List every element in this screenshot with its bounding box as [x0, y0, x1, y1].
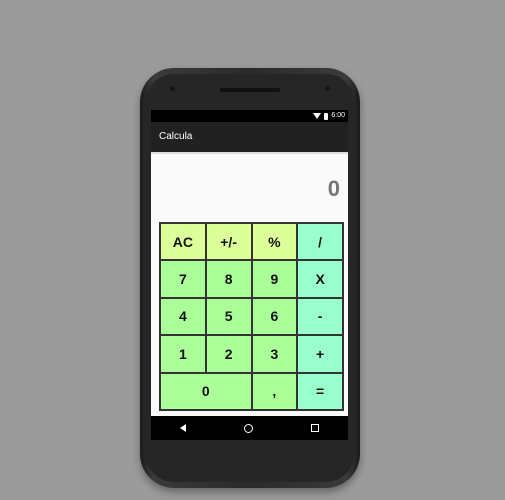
digit-8-button[interactable]: 8	[205, 260, 252, 298]
keypad: AC +/-%/ 7 8 9 X 4 5 6- 1 2 3 +0, =	[159, 222, 344, 411]
digit-7-button[interactable]: 7	[160, 260, 206, 298]
subtract-button[interactable]: -	[297, 297, 343, 336]
app-bar: Calcula	[151, 122, 348, 152]
add-button[interactable]: +	[297, 335, 343, 373]
decimal-button[interactable]: ,	[251, 372, 298, 410]
digit-6-button[interactable]: 6	[251, 297, 298, 336]
wifi-icon	[313, 113, 322, 119]
home-icon[interactable]	[244, 423, 253, 433]
digit-2-button[interactable]: 2	[205, 335, 252, 373]
status-bar: 6:00	[151, 110, 348, 122]
multiply-button[interactable]: X	[297, 260, 343, 298]
status-icons: 6:00	[313, 111, 345, 121]
status-time: 6:00	[331, 112, 345, 119]
divide-button[interactable]: /	[297, 223, 343, 261]
battery-icon	[324, 112, 329, 120]
digit-5-button[interactable]: 5	[205, 297, 252, 336]
digit-1-button[interactable]: 1	[160, 335, 206, 373]
navigation-bar	[151, 416, 348, 440]
digit-9-button[interactable]: 9	[251, 260, 298, 298]
digit-3-button[interactable]: 3	[251, 335, 298, 373]
back-icon[interactable]	[180, 424, 186, 432]
appbar-shadow	[151, 152, 348, 154]
phone-sensor	[170, 86, 175, 91]
app-title: Calcula	[159, 131, 193, 142]
phone-camera	[325, 86, 330, 91]
clear-button[interactable]: AC	[160, 223, 206, 261]
recents-icon[interactable]	[311, 424, 319, 432]
sign-toggle-button[interactable]: +/-	[205, 223, 252, 261]
digit-4-button[interactable]: 4	[160, 297, 206, 336]
phone-speaker	[220, 88, 280, 92]
digit-0-button[interactable]: 0	[160, 372, 252, 410]
calculator-display: 0	[327, 176, 340, 201]
app-screen: 6:00 Calcula 0 AC +/-%/ 7 8 9 X 4 5 6- 1 2 3 +0, =	[151, 110, 348, 440]
percent-button[interactable]: %	[251, 223, 298, 261]
equals-button[interactable]: =	[297, 372, 343, 410]
